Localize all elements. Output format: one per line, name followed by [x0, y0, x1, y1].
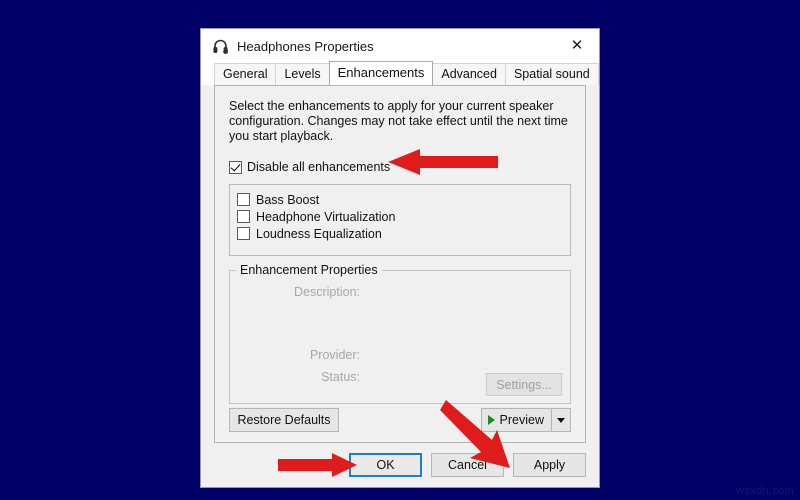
enhancement-list[interactable]: Bass Boost Headphone Virtualization Loud… — [229, 184, 571, 256]
status-label: Status: — [321, 370, 360, 384]
chevron-down-icon — [557, 417, 565, 423]
title-bar: Headphones Properties ✕ — [201, 29, 599, 63]
list-item-label: Loudness Equalization — [256, 226, 382, 241]
tab-levels[interactable]: Levels — [275, 63, 330, 85]
loudness-equalization-checkbox[interactable] — [237, 227, 250, 240]
headphones-icon — [211, 37, 229, 55]
ok-button[interactable]: OK — [349, 453, 422, 477]
restore-defaults-button[interactable]: Restore Defaults — [229, 408, 339, 432]
list-item[interactable]: Headphone Virtualization — [237, 208, 570, 225]
disable-all-enhancements-checkbox[interactable] — [229, 160, 242, 174]
arrow-to-apply-button — [440, 398, 550, 478]
headphone-virtualization-checkbox[interactable] — [237, 210, 250, 223]
enhancement-properties-group: Enhancement Properties Description: Prov… — [229, 263, 571, 404]
description-label: Description: — [294, 285, 360, 299]
watermark: wsxdn.com — [736, 485, 794, 497]
disable-all-enhancements-label: Disable all enhancements — [247, 160, 391, 174]
intro-text: Select the enhancements to apply for you… — [229, 99, 568, 143]
tab-enhancements[interactable]: Enhancements — [328, 61, 434, 85]
enhancements-tab-page: Select the enhancements to apply for you… — [214, 85, 586, 443]
list-item-label: Bass Boost — [256, 192, 320, 207]
close-icon[interactable]: ✕ — [555, 29, 599, 62]
arrow-to-ok-button — [278, 452, 358, 483]
provider-label: Provider: — [309, 348, 360, 362]
list-item[interactable]: Loudness Equalization — [237, 225, 570, 242]
tab-advanced[interactable]: Advanced — [432, 63, 506, 85]
settings-button[interactable]: Settings... — [486, 373, 562, 396]
tab-general[interactable]: General — [214, 63, 277, 85]
group-title: Enhancement Properties — [236, 263, 382, 277]
bass-boost-checkbox[interactable] — [237, 193, 250, 206]
tab-strip: General Levels Enhancements Advanced Spa… — [201, 61, 599, 85]
window-title: Headphones Properties — [237, 38, 374, 54]
list-item[interactable]: Bass Boost — [237, 191, 570, 208]
tab-spatial-sound[interactable]: Spatial sound — [504, 63, 599, 85]
list-item-label: Headphone Virtualization — [256, 209, 396, 224]
preview-dropdown-button[interactable] — [551, 409, 570, 431]
arrow-to-disable-all-checkbox — [386, 147, 498, 182]
